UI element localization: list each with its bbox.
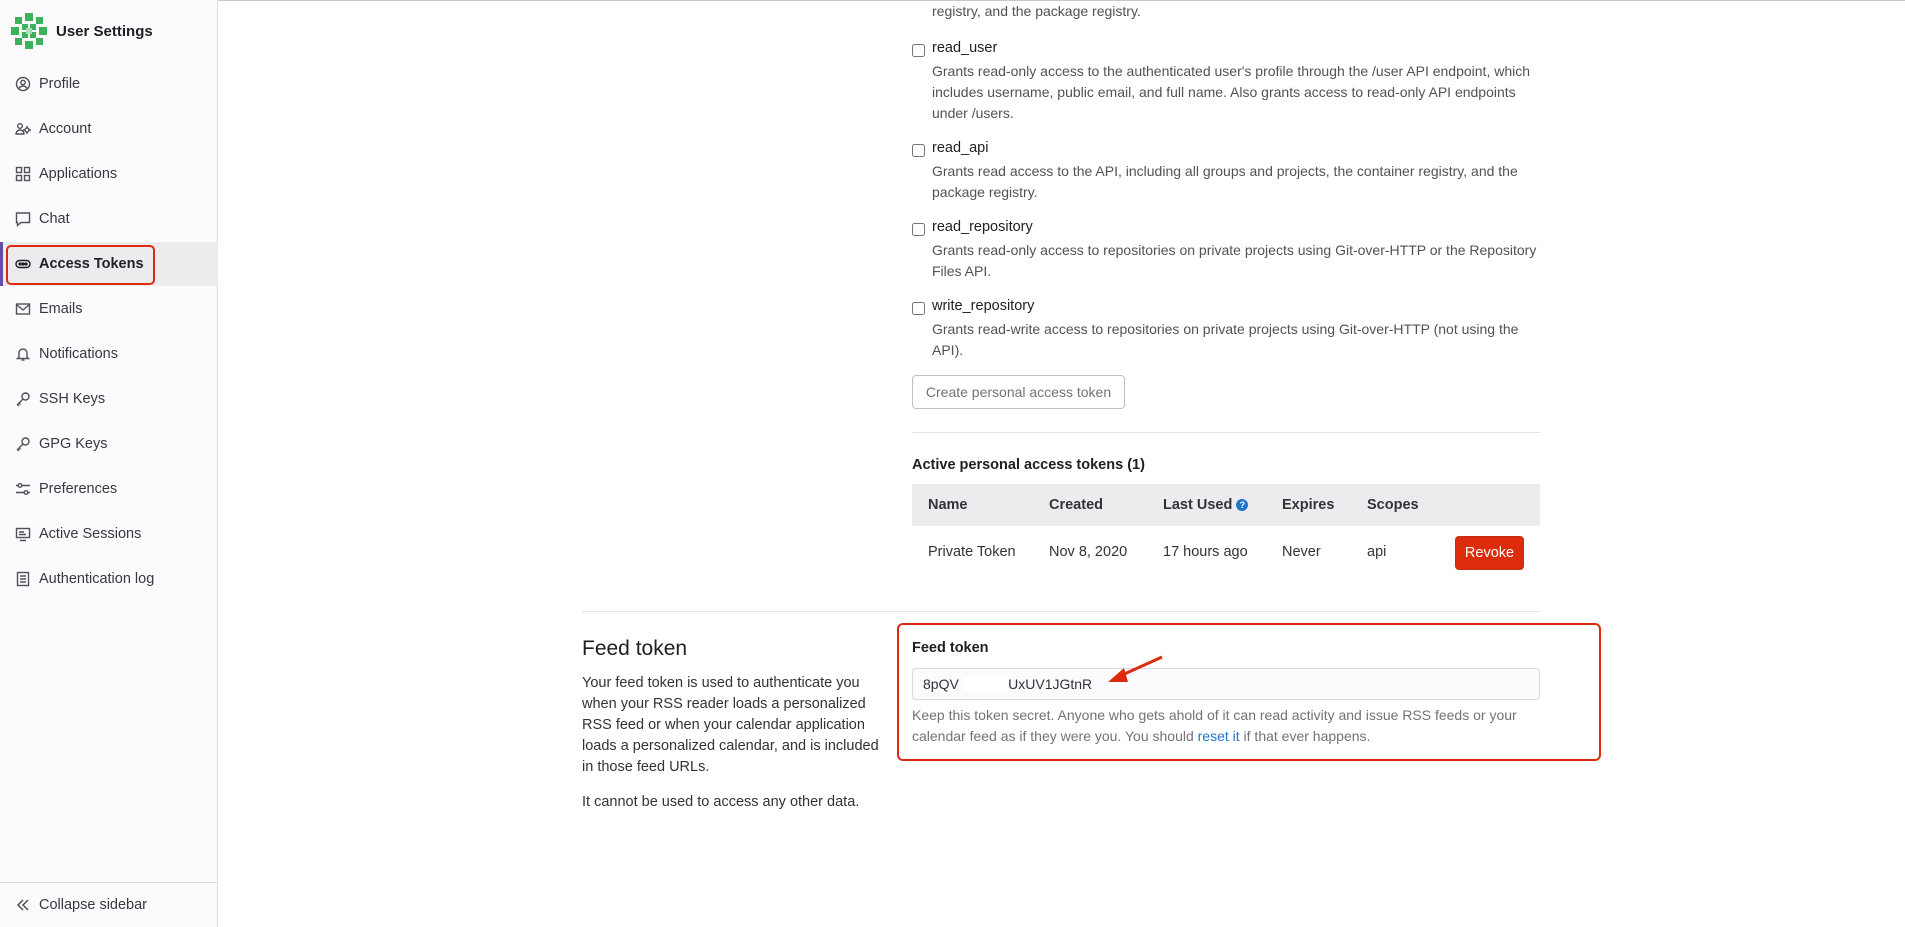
token-scopes: api	[1367, 544, 1387, 560]
scope-description: Grants read-only access to repositories …	[932, 242, 1537, 279]
column-header-label: Last Used	[1163, 497, 1233, 513]
sidebar-item-label: Access Tokens	[39, 256, 144, 272]
redaction-mask	[964, 676, 1008, 692]
sidebar-item-preferences[interactable]: Preferences	[0, 467, 218, 511]
sidebar-item-label: SSH Keys	[39, 391, 106, 407]
feed-token-help: Keep this token secret. Anyone who gets …	[912, 705, 1552, 747]
table-header: Name Created Last Used? Expires Scopes	[912, 484, 1540, 526]
feed-help-text-end: if that ever happens.	[1239, 728, 1371, 744]
token-created: Nov 8, 2020	[1049, 544, 1128, 560]
scope-name: write_repository	[932, 298, 1035, 314]
scope-name: read_api	[932, 140, 989, 156]
sidebar-item-applications[interactable]: Applications	[0, 152, 218, 196]
sidebar-title: User Settings	[56, 22, 153, 40]
collapse-sidebar-label: Collapse sidebar	[39, 897, 148, 913]
scope-checkbox[interactable]	[912, 144, 925, 157]
feed-token-heading: Feed token	[582, 637, 688, 660]
chat-icon	[15, 212, 31, 227]
divider	[582, 611, 1540, 612]
scope-checkbox[interactable]	[912, 302, 925, 315]
key-icon	[16, 437, 30, 452]
sidebar-item-label: Account	[39, 121, 92, 137]
revoke-button[interactable]: Revoke	[1455, 536, 1524, 570]
applications-icon	[15, 166, 31, 182]
feed-token-label: Feed token	[912, 640, 989, 656]
double-chevron-left-icon	[16, 899, 29, 911]
scope-description: Grants read-write access to repositories…	[932, 321, 1519, 358]
column-header-expires: Expires	[1282, 497, 1335, 513]
sidebar-item-authentication-log[interactable]: Authentication log	[0, 557, 218, 601]
feed-token-description: Your feed token is used to authenticate …	[582, 675, 879, 775]
sidebar-item-label: Preferences	[39, 481, 118, 497]
avatar-logo-icon[interactable]	[10, 12, 48, 50]
sidebar-item-gpg-keys[interactable]: GPG Keys	[0, 422, 218, 466]
column-header-scopes: Scopes	[1367, 497, 1419, 513]
account-icon	[15, 123, 31, 135]
scope-checkbox[interactable]	[912, 44, 925, 57]
bell-icon	[15, 348, 31, 361]
sidebar-item-label: Emails	[39, 301, 83, 317]
sidebar-item-label: Applications	[39, 166, 118, 182]
sidebar-item-account[interactable]: Account	[0, 107, 218, 151]
sidebar-item-emails[interactable]: Emails	[0, 287, 218, 331]
token-expires: Never	[1282, 544, 1321, 560]
top-border	[218, 0, 1905, 1]
column-header-created: Created	[1049, 497, 1103, 513]
scope-description: Grants read-only access to the authentic…	[932, 63, 1531, 121]
scope-desc-continued: registry, and the package registry.	[932, 3, 1141, 19]
key-icon	[16, 392, 30, 407]
preferences-icon	[16, 483, 30, 495]
sidebar-item-label: Profile	[39, 76, 81, 92]
sidebar-item-label: Notifications	[39, 346, 118, 362]
reset-token-link[interactable]: reset it	[1198, 728, 1240, 744]
scope-description: Grants read access to the API, including…	[932, 163, 1518, 200]
sidebar-item-label: Chat	[39, 211, 70, 227]
collapse-sidebar-button[interactable]: Collapse sidebar	[0, 882, 218, 927]
mail-icon	[15, 303, 31, 315]
divider	[912, 432, 1540, 433]
sidebar-item-ssh-keys[interactable]: SSH Keys	[0, 377, 218, 421]
sidebar-item-profile[interactable]: Profile	[0, 62, 218, 106]
sidebar-item-active-sessions[interactable]: Active Sessions	[0, 512, 218, 556]
sidebar-item-label: GPG Keys	[39, 436, 108, 452]
active-tokens-title: Active personal access tokens (1)	[912, 457, 1145, 473]
scope-name: read_repository	[932, 219, 1033, 235]
profile-icon	[15, 76, 31, 92]
sidebar-item-chat[interactable]: Chat	[0, 197, 218, 241]
feed-token-description-note: It cannot be used to access any other da…	[582, 794, 860, 810]
token-name: Private Token	[928, 544, 1016, 560]
sidebar-item-label: Active Sessions	[39, 526, 142, 542]
column-header-last-used: Last Used?	[1163, 497, 1249, 513]
help-icon[interactable]: ?	[1236, 499, 1249, 511]
token-icon	[15, 259, 31, 269]
column-header-name: Name	[928, 497, 968, 513]
sidebar-item-access-tokens[interactable]: Access Tokens	[0, 242, 218, 286]
create-token-button[interactable]: Create personal access token	[912, 375, 1125, 409]
scope-checkbox[interactable]	[912, 223, 925, 236]
monitor-icon	[15, 527, 31, 542]
log-icon	[16, 571, 30, 587]
sidebar: User Settings Profile Account Applicatio…	[0, 0, 218, 927]
sidebar-item-label: Authentication log	[39, 571, 155, 587]
arrow-annotation-icon	[1108, 655, 1163, 682]
sidebar-header: User Settings	[0, 0, 217, 62]
sidebar-item-notifications[interactable]: Notifications	[0, 332, 218, 376]
scope-name: read_user	[932, 40, 998, 56]
token-last-used: 17 hours ago	[1163, 544, 1248, 560]
